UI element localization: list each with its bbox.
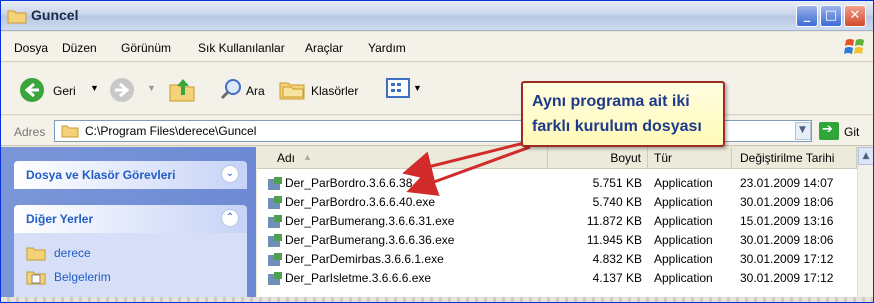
toolbar: Geri ▼ ▼ Ara Klasörler ▼ [1,63,873,115]
folders-button-label[interactable]: Klasörler [311,84,358,98]
minimize-button[interactable]: _ [796,5,818,27]
file-size: 4.137 KB [592,271,642,285]
file-modified: 23.01.2009 14:07 [740,176,834,190]
go-arrow-icon[interactable]: ➔ [819,122,839,140]
maximize-button[interactable]: □ [820,5,842,27]
search-button-label[interactable]: Ara [246,84,265,98]
table-row[interactable]: Der_ParBumerang.3.6.6.36.exe 11.945 KB A… [257,231,857,250]
file-size: 11.872 KB [586,214,642,228]
menu-araclar[interactable]: Araçlar [305,41,343,55]
folders-icon[interactable] [279,77,305,101]
file-modified: 30.01.2009 17:12 [740,252,834,266]
column-name-label: Adı [277,151,296,165]
file-type: Application [654,176,713,190]
menu-dosya[interactable]: Dosya [14,41,48,55]
table-row[interactable]: Der_ParBordro.3.6.6.40.exe 5.740 KB Appl… [257,193,857,212]
place-label: derece [54,246,91,260]
column-size-label: Boyut [610,151,641,165]
up-folder-icon[interactable] [168,75,196,103]
file-folder-tasks-title: Dosya ve Klasör Görevleri [26,168,176,182]
column-type-label: Tür [654,151,672,165]
column-modified-label: Değiştirilme Tarihi [740,151,835,165]
explorer-window: Guncel _ □ ✕ Dosya Düzen Görünüm Sık Kul… [0,0,874,303]
place-label: Belgelerim [54,270,111,284]
forward-dropdown-icon[interactable]: ▼ [147,83,156,93]
file-size: 5.740 KB [592,195,642,209]
column-header-size[interactable]: Boyut [548,147,648,169]
my-documents-icon [26,271,46,285]
address-dropdown-icon[interactable]: ▼ [795,122,811,140]
file-type: Application [654,252,713,266]
address-bar: Adres C:\Program Files\derece\Guncel ▼ ➔… [1,116,873,146]
column-header-name[interactable]: Adı ▲ [257,147,548,169]
torn-edge [1,297,873,302]
table-row[interactable]: Der_ParIsletme.3.6.6.6.exe 4.137 KB Appl… [257,269,857,288]
table-row[interactable]: Der_ParBumerang.3.6.6.31.exe 11.872 KB A… [257,212,857,231]
file-type: Application [654,233,713,247]
folder-icon [26,247,46,261]
back-arrow-icon[interactable] [19,77,45,103]
views-icon[interactable] [386,77,412,101]
other-places-body: derece Belgelerim [14,233,247,302]
collapse-chevron-icon[interactable]: ⌃ [221,209,239,227]
menu-gorunum[interactable]: Görünüm [121,41,171,55]
file-size: 5.751 KB [592,176,642,190]
task-pane: Dosya ve Klasör Görevleri ⌄ Diğer Yerler… [1,147,256,302]
forward-arrow-icon[interactable] [109,77,135,103]
file-type: Application [654,195,713,209]
title-bar: Guncel _ □ ✕ [1,1,873,31]
file-modified: 30.01.2009 18:06 [740,233,834,247]
file-type: Application [654,214,713,228]
callout-text: Aynı programa ait iki farklı kurulum dos… [532,93,702,135]
scroll-up-arrow-icon[interactable]: ▲ [858,147,873,165]
search-icon[interactable] [219,77,243,101]
windows-logo-icon [844,39,864,54]
views-dropdown-icon[interactable]: ▼ [413,83,422,93]
menu-yardim[interactable]: Yardım [368,41,406,55]
close-button[interactable]: ✕ [844,5,866,27]
file-modified: 30.01.2009 17:12 [740,271,834,285]
vertical-scrollbar[interactable]: ▲ [857,147,873,302]
other-places-title: Diğer Yerler [26,212,94,226]
window-title: Guncel [31,7,79,23]
folder-icon [61,125,79,138]
menu-favorites[interactable]: Sık Kullanılanlar [198,41,285,55]
expand-chevron-icon[interactable]: ⌄ [221,165,239,183]
file-modified: 30.01.2009 18:06 [740,195,834,209]
table-row[interactable]: Der_ParBordro.3.6.6.38.exe 5.751 KB Appl… [257,174,857,193]
address-label: Adres [14,125,46,139]
file-folder-tasks-header[interactable]: Dosya ve Klasör Görevleri ⌄ [14,161,247,189]
menu-bar: Dosya Düzen Görünüm Sık Kullanılanlar Ar… [1,32,873,62]
file-size: 4.832 KB [592,252,642,266]
address-path: C:\Program Files\derece\Guncel [85,124,257,138]
file-type: Application [654,271,713,285]
folder-icon [7,10,27,24]
back-dropdown-icon[interactable]: ▼ [90,83,99,93]
column-header-type[interactable]: Tür [648,147,732,169]
annotation-callout: Aynı programa ait iki farklı kurulum dos… [521,81,725,147]
column-header-modified[interactable]: Değiştirilme Tarihi [732,147,857,169]
file-size: 11.945 KB [586,233,642,247]
back-button-label[interactable]: Geri [53,84,76,98]
file-list: Adı ▲ Boyut Tür Değiştirilme Tarihi Der_… [257,147,873,302]
menu-duzen[interactable]: Düzen [62,41,97,55]
go-button-label[interactable]: Git [844,125,859,139]
other-places-header[interactable]: Diğer Yerler ⌃ [14,205,247,233]
file-modified: 15.01.2009 13:16 [740,214,834,228]
sort-ascending-icon: ▲ [303,152,312,162]
table-row[interactable]: Der_ParDemirbas.3.6.6.1.exe 4.832 KB App… [257,250,857,269]
